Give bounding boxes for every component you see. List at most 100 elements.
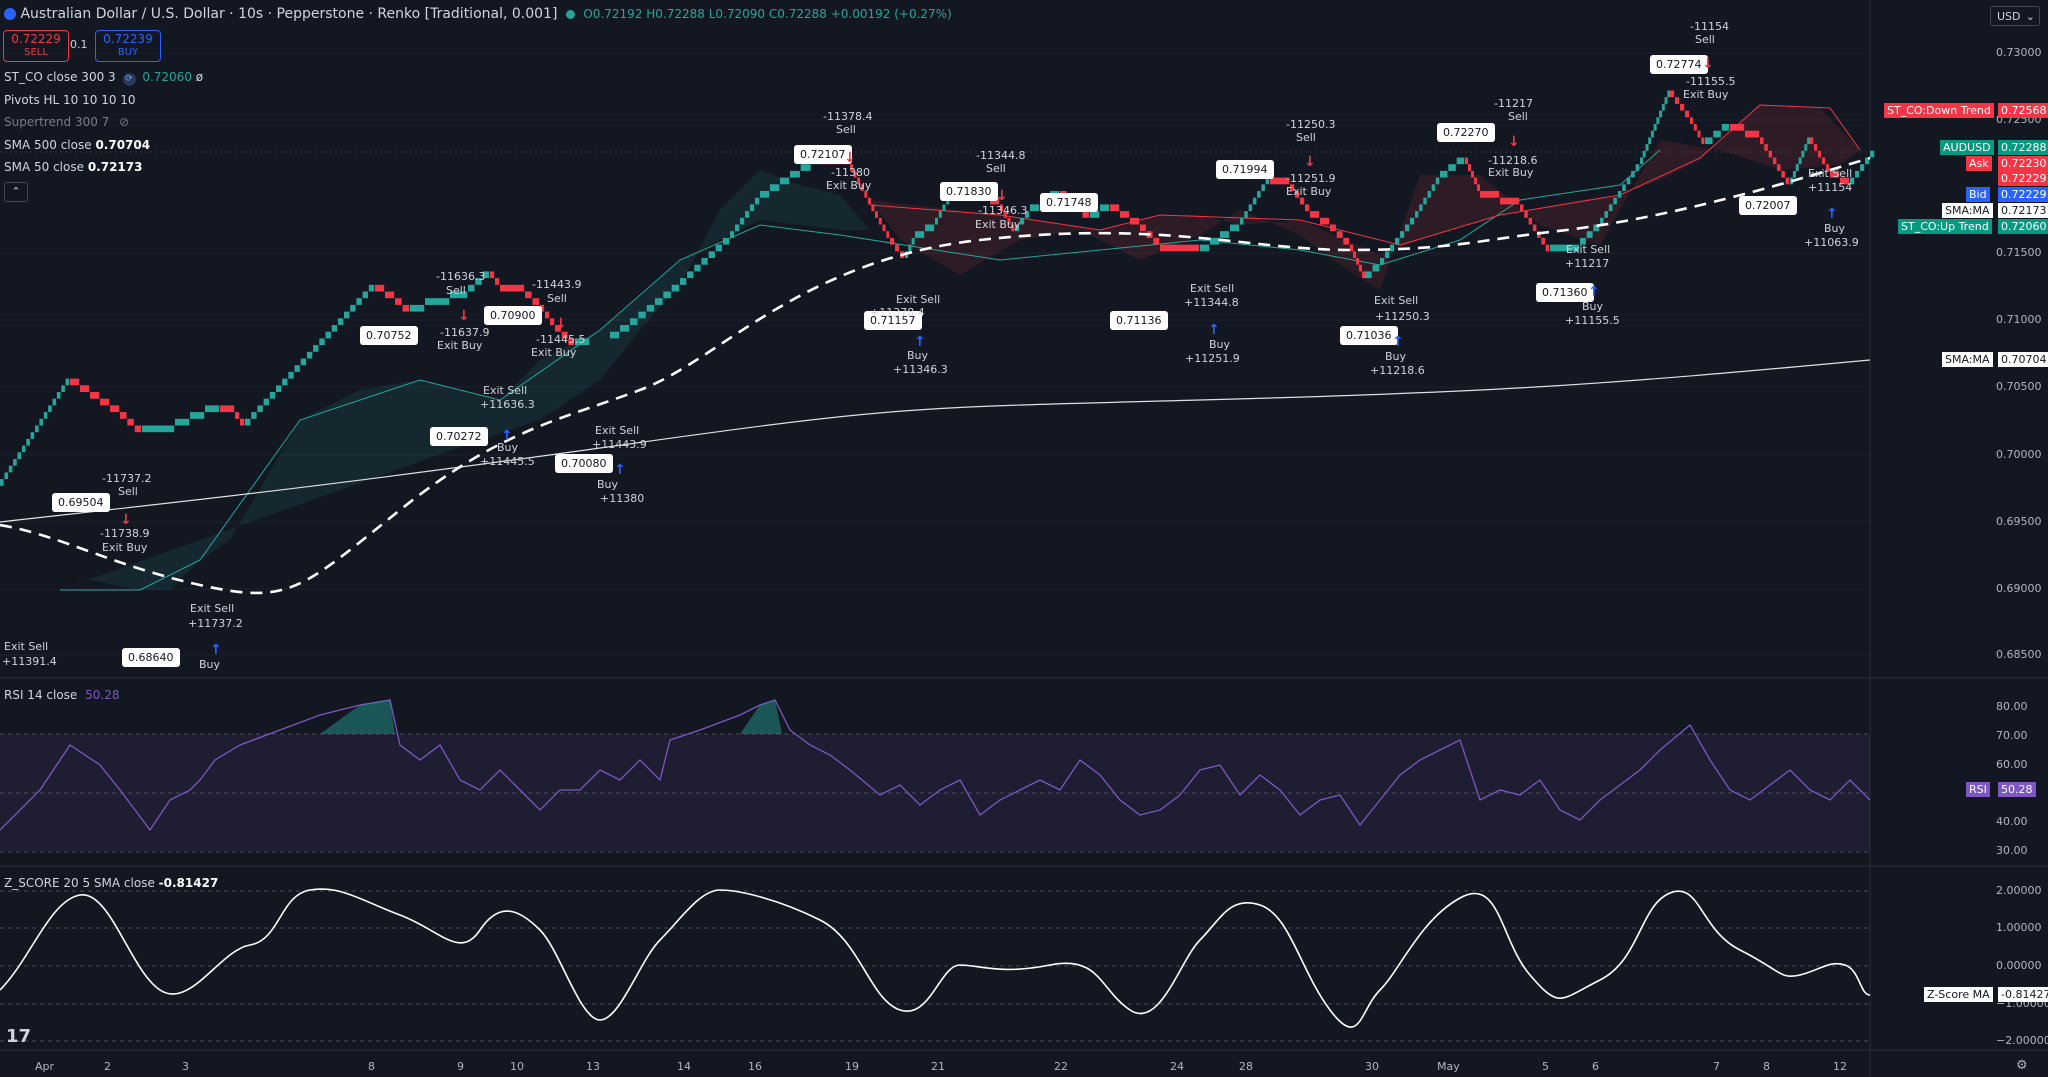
legend-pivots[interactable]: Pivots HL 10 10 10 10 [4,93,136,107]
legend-stco-value: 0.72060 [142,70,192,84]
legend-sma50[interactable]: SMA 50 close 0.72173 [4,160,142,174]
price-tag: 0.72173 [1998,203,2048,218]
renko-brick [1320,217,1330,225]
symbol-header[interactable]: Australian Dollar / U.S. Dollar · 10s · … [4,6,952,22]
zscore-axis-label: −2.00000 [1996,1034,2048,1047]
renko-brick [1810,137,1814,145]
renko-brick [1427,191,1431,198]
currency-select[interactable]: USD ⌄ [1990,6,2040,26]
ohlc-low: L0.72090 [708,7,766,21]
pivot-label: 0.70080 [555,454,613,473]
renko-brick [1532,224,1537,232]
renko-brick [468,284,475,292]
renko-brick [525,291,532,299]
trade-signal-label: -11346.3 [978,204,1028,217]
renko-brick [1350,244,1353,252]
pivot-label: 0.71748 [1040,193,1098,212]
time-axis-label: 22 [1054,1060,1068,1073]
legend-rsi-label: RSI 14 close [4,688,78,702]
legend-supertrend-label: Supertrend 300 7 [4,115,110,129]
trade-signal-label: +11218.6 [1370,364,1425,377]
sell-arrow-icon: ↓ [458,308,470,324]
renko-brick [1648,137,1652,145]
ohlc-close: C0.72288 [768,7,827,21]
renko-brick [1792,170,1796,178]
renko-brick [886,231,890,238]
renko-brick [1795,164,1799,171]
renko-brick [1653,124,1657,131]
renko-brick [760,191,770,198]
legend-sma500[interactable]: SMA 500 close 0.70704 [4,138,150,152]
eye-hidden-icon[interactable]: ⊘ [119,115,129,129]
buy-price: 0.72239 [103,32,153,46]
price-axis-label: 0.69000 [1996,582,2042,595]
trade-signal-label: Buy [1824,222,1846,235]
renko-brick [220,405,235,413]
collapse-legend-button[interactable]: ⌃ [4,182,28,202]
trade-signal-label: Exit Buy [1286,185,1332,198]
renko-brick [52,398,57,406]
settings-gear-icon[interactable]: ⚙ [2016,1058,2028,1073]
renko-brick [1362,271,1365,279]
renko-brick [337,318,344,325]
renko-brick [1675,97,1680,104]
renko-brick [1760,137,1764,145]
renko-brick [1210,237,1220,245]
trade-signal-label: -11737.2 [102,472,152,485]
renko-brick [240,418,245,426]
renko-brick [245,418,251,426]
renko-brick [269,392,276,399]
renko-brick [490,271,495,279]
renko-brick [1431,184,1436,191]
trade-signal-label: -11155.5 [1686,75,1736,88]
order-qty[interactable]: 0.1 [70,38,88,51]
legend-supertrend[interactable]: Supertrend 300 7 ⊘ [4,115,129,129]
pivot-label: 0.72774 [1650,55,1708,74]
trade-signal-label: -11154 [1690,20,1729,33]
price-tag: ST_CO:Up Trend [1898,219,1992,234]
time-axis-label: 9 [457,1060,464,1073]
trade-signal-label: +11737.2 [188,617,243,630]
rsi-axis-label: 60.00 [1996,758,2028,771]
renko-brick [205,405,220,413]
renko-brick [864,191,868,198]
legend-sma500-label: SMA 500 close [4,138,92,152]
renko-brick [1365,271,1372,279]
renko-brick [325,331,331,339]
renko-brick [701,258,708,265]
renko-brick [425,298,450,305]
legend-stco[interactable]: ST_CO close 300 3 ⟳ 0.72060 ø [4,70,203,86]
renko-brick [1661,103,1665,111]
renko-brick [1244,211,1248,218]
symbol-title: Australian Dollar / U.S. Dollar · 10s · … [20,6,558,22]
buy-label: BUY [117,47,139,58]
trade-signal-label: Exit Buy [826,179,872,192]
renko-brick [915,231,925,238]
price-axis-label: 0.70500 [1996,380,2042,393]
trade-signal-label: Sell [547,292,567,305]
buy-button[interactable]: 0.72239 BUY [95,30,161,62]
sell-button[interactable]: 0.72229 SELL [3,30,69,62]
renko-brick [755,197,760,205]
trade-signal-label: -11445.5 [536,333,586,346]
time-axis-label: 28 [1239,1060,1253,1073]
legend-zscore[interactable]: Z_SCORE 20 5 SMA close -0.81427 [4,876,218,890]
rsi-axis-label: 80.00 [1996,700,2028,713]
renko-brick [1310,211,1320,218]
legend-stco-label: ST_CO close 300 3 [4,70,116,84]
legend-rsi[interactable]: RSI 14 close 50.28 [4,688,120,702]
renko-brick [875,211,878,218]
renko-brick [1120,211,1130,218]
renko-brick [715,244,722,252]
trade-signal-label: Exit Sell [896,293,941,306]
price-tag: 50.28 [1998,782,2036,797]
trade-signal-label: Sell [118,485,138,498]
renko-brick [500,284,525,292]
pivot-label: 0.68640 [122,648,180,667]
renko-brick [1415,211,1419,218]
settings-icon[interactable]: ⟳ [122,73,136,86]
trade-signal-label: Buy [1582,300,1604,313]
renko-brick [1372,264,1380,272]
renko-brick [1468,164,1471,171]
trade-signal-label: Buy [907,349,929,362]
